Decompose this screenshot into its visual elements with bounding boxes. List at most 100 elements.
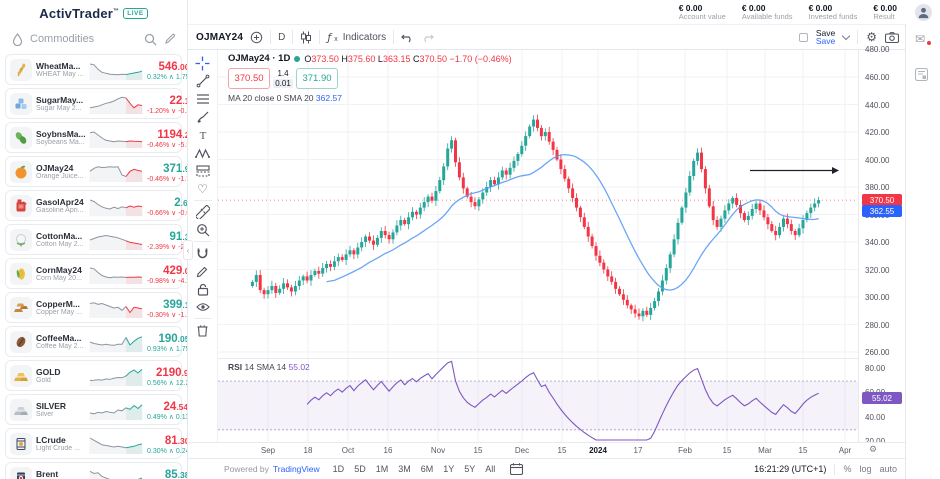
go-to-date-icon[interactable] xyxy=(510,463,523,475)
undo-icon[interactable] xyxy=(401,32,414,43)
sparkline-chart xyxy=(89,400,143,420)
sparkline-chart xyxy=(89,332,143,352)
sell-bid-button[interactable]: 370.50 xyxy=(228,68,270,89)
compare-add-icon[interactable] xyxy=(250,31,263,44)
crosshair-icon[interactable] xyxy=(192,54,214,72)
clock-label[interactable]: 16:21:29 (UTC+1) xyxy=(754,464,826,474)
fib-icon[interactable] xyxy=(192,90,214,108)
percent-scale-button[interactable]: % xyxy=(843,464,851,474)
instrument-symbol: CornMay24 xyxy=(36,265,85,275)
time-axis[interactable]: Sep18Oct16Nov15Dec15202417Feb15Mar15Apr xyxy=(188,442,905,458)
range-button-5d[interactable]: 5D xyxy=(354,464,366,474)
brush-icon[interactable] xyxy=(192,108,214,126)
gas-icon xyxy=(10,195,32,217)
watchlist-item[interactable]: SugarMay...Sugar May 2...22.19-1.20% ∨ -… xyxy=(5,88,182,119)
instrument-name: Light Crude ... xyxy=(36,445,85,452)
instrument-symbol: GOLD xyxy=(36,367,85,377)
silver-icon xyxy=(10,399,32,421)
draw-mode-icon[interactable] xyxy=(192,262,214,280)
instrument-symbol: SILVER xyxy=(36,401,85,411)
range-button-6m[interactable]: 6M xyxy=(421,464,434,474)
chart-settings-gear-icon[interactable]: ⚙ xyxy=(866,30,877,44)
log-scale-button[interactable]: log xyxy=(859,464,871,474)
watchlist-item[interactable]: CornMay24Corn May 20...429.00-0.98% ∨ -4… xyxy=(5,258,182,289)
instrument-name: Coffee May 2... xyxy=(36,343,85,350)
avatar[interactable] xyxy=(915,4,932,21)
instrument-name: Sugar May 2... xyxy=(36,105,85,112)
range-button-1y[interactable]: 1Y xyxy=(443,464,454,474)
range-button-3m[interactable]: 3M xyxy=(398,464,411,474)
position-icon[interactable] xyxy=(192,162,214,180)
auto-scale-button[interactable]: auto xyxy=(879,464,897,474)
range-button-1d[interactable]: 1D xyxy=(333,464,345,474)
watchlist: WheatMa...WHEAT May ...546.000.32% ∧ 1.7… xyxy=(0,54,187,479)
spread-info: 1.4 0.01 xyxy=(270,68,296,89)
watchlist-item[interactable]: CottonMa...Cotton May 2...91.32-2.39% ∨ … xyxy=(5,224,182,255)
price-axis[interactable]: 480.00460.00440.00420.00400.00380.00340.… xyxy=(858,50,905,442)
magnet-icon[interactable] xyxy=(192,244,214,262)
range-button-all[interactable]: All xyxy=(485,464,495,474)
corn-icon xyxy=(10,263,32,285)
text-icon[interactable]: T xyxy=(192,126,214,144)
edit-watchlist-pencil-icon[interactable] xyxy=(163,32,177,46)
brand-name: ActivTrader™ xyxy=(39,6,119,21)
watchlist-item[interactable]: OJMay24Orange Juice...371.90-0.46% ∨ -1.… xyxy=(5,156,182,187)
watchlist-item[interactable]: LCrudeLight Crude ...81.300.30% ∧ 0.24 xyxy=(5,428,182,459)
trendline-icon[interactable] xyxy=(192,72,214,90)
instrument-price: 81.30 xyxy=(147,431,187,449)
trash-icon[interactable] xyxy=(192,321,214,339)
range-button-5y[interactable]: 5Y xyxy=(464,464,475,474)
symbol-search-button[interactable]: OJMAY24 xyxy=(196,32,243,43)
watchlist-item[interactable]: WheatMa...WHEAT May ...546.000.32% ∧ 1.7… xyxy=(5,54,182,85)
chart-style-candles-icon[interactable] xyxy=(300,31,312,44)
time-tick-label: Apr xyxy=(839,446,851,455)
timezone-gear-icon[interactable]: ⚙ xyxy=(869,445,877,455)
instrument-change: -0.66% ∨ -0.0178 xyxy=(147,210,187,218)
watchlist-item[interactable]: SILVERSilver24.5480.49% ∧ 0.119 xyxy=(5,394,182,425)
instrument-symbol: LCrude xyxy=(36,435,85,445)
watchlist-item[interactable]: BrentICE Brent Cru...85.380.28% ∧ 0.24 xyxy=(5,462,182,479)
ma-indicator-legend[interactable]: MA 20 close 0 SMA 20 362.57 xyxy=(228,93,512,103)
instrument-price: 399.15 xyxy=(147,295,187,313)
notifications-envelope-icon[interactable]: ✉ xyxy=(915,32,925,46)
watchlist-item[interactable]: GasolApr24Gasoline Apri...2.6808-0.66% ∨… xyxy=(5,190,182,221)
snapshot-camera-icon[interactable] xyxy=(885,32,899,43)
zoom-in-icon[interactable] xyxy=(192,221,214,239)
instrument-price: 190.05 xyxy=(147,329,187,347)
autosave-checkbox[interactable] xyxy=(799,33,808,42)
watchlist-item[interactable]: CoffeeMa...Coffee May 2...190.050.93% ∧ … xyxy=(5,326,182,357)
toolbar-separator xyxy=(319,30,320,44)
rsi-indicator-legend[interactable]: RSI 14 SMA 14 55.02 xyxy=(228,362,310,372)
tradingview-link[interactable]: TradingView xyxy=(273,464,320,474)
watchlist-item[interactable]: CopperM...Copper May ...399.15-0.30% ∨ -… xyxy=(5,292,182,323)
instrument-price: 546.00 xyxy=(147,57,187,75)
redo-icon[interactable] xyxy=(421,32,434,43)
sparkline-chart xyxy=(89,196,143,216)
search-icon[interactable] xyxy=(143,32,157,46)
watchlist-sidebar: ActivTrader™ LIVE Commodities WheatMa...… xyxy=(0,0,188,479)
toolbar-separator xyxy=(270,30,271,44)
calendar-icon[interactable] xyxy=(915,68,928,81)
eye-icon[interactable] xyxy=(192,298,214,316)
ruler-icon[interactable] xyxy=(192,203,214,221)
legend-symbol-interval[interactable]: OJMay24 · 1D xyxy=(228,53,290,64)
indicators-button[interactable]: ƒx Indicators xyxy=(327,31,386,44)
instrument-symbol: OJMay24 xyxy=(36,163,85,173)
sidebar-collapse-chevron[interactable]: ‹ xyxy=(183,240,193,260)
interval-button[interactable]: D xyxy=(278,32,285,43)
rsi-pane[interactable] xyxy=(218,358,858,442)
buy-ask-button[interactable]: 371.90 xyxy=(296,68,338,89)
save-chevron-down-icon[interactable] xyxy=(842,31,850,39)
price-tick-label: 440.00 xyxy=(865,101,889,110)
price-tick-label: 480.00 xyxy=(865,45,889,54)
lock-icon[interactable] xyxy=(192,280,214,298)
save-button[interactable]: Save Save xyxy=(816,29,835,45)
instrument-change: 0.49% ∧ 0.119 xyxy=(147,414,187,422)
watchlist-item[interactable]: SoybnsMa...Soybeans Ma...1194.25-0.46% ∨… xyxy=(5,122,182,153)
instrument-price: 371.90 xyxy=(147,159,187,177)
watchlist-item[interactable]: GOLDGold2190.900.56% ∧ 12.24 xyxy=(5,360,182,391)
pattern-icon[interactable] xyxy=(192,144,214,162)
range-button-1m[interactable]: 1M xyxy=(376,464,389,474)
instrument-symbol: WheatMa... xyxy=(36,61,85,71)
heart-icon[interactable]: ♡ xyxy=(192,180,214,198)
